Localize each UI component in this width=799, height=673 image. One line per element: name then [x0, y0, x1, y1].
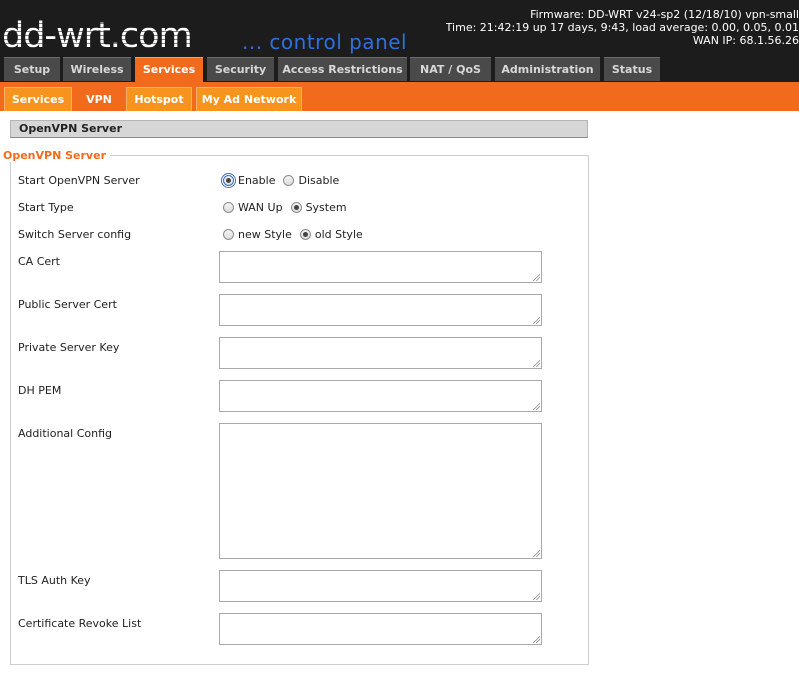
dh-pem-textarea[interactable]	[219, 380, 542, 412]
old-style-radio[interactable]	[299, 228, 311, 240]
tab-setup[interactable]: Setup	[4, 57, 60, 81]
system-info: Firmware: DD-WRT v24-sp2 (12/18/10) vpn-…	[446, 8, 799, 47]
system-radio[interactable]	[290, 201, 302, 213]
private-key-label: Private Server Key	[18, 341, 120, 354]
switch-config-radios: new Style old Style	[223, 227, 371, 243]
subtab-my-ad-network[interactable]: My Ad Network	[196, 87, 302, 111]
header-bar: dd-wrt.com ... control panel Firmware: D…	[0, 0, 799, 82]
crl-label: Certificate Revoke List	[18, 617, 142, 630]
fieldset-legend: OpenVPN Server	[0, 150, 110, 162]
system-label[interactable]: System	[306, 201, 347, 214]
new-style-radio[interactable]	[223, 228, 234, 240]
tls-auth-key-label: TLS Auth Key	[18, 574, 91, 587]
enable-radio[interactable]	[221, 172, 236, 188]
start-server-label: Start OpenVPN Server	[18, 174, 140, 187]
tab-administration[interactable]: Administration	[495, 57, 600, 81]
new-style-label[interactable]: new Style	[238, 228, 292, 241]
subtab-hotspot[interactable]: Hotspot	[126, 87, 192, 111]
ca-cert-label: CA Cert	[18, 255, 60, 268]
dh-pem-label: DH PEM	[18, 384, 62, 397]
tab-services[interactable]: Services	[135, 57, 203, 82]
subtab-services[interactable]: Services	[4, 87, 72, 111]
tls-auth-key-textarea[interactable]	[219, 570, 542, 602]
resize-grip-icon[interactable]	[532, 316, 540, 324]
wan-up-label[interactable]: WAN Up	[238, 201, 283, 214]
disable-radio[interactable]	[283, 174, 295, 186]
section-title: OpenVPN Server	[10, 120, 588, 138]
subtab-vpn[interactable]: VPN	[76, 87, 122, 111]
old-style-label[interactable]: old Style	[315, 228, 363, 241]
ca-cert-textarea[interactable]	[219, 251, 542, 283]
start-type-label: Start Type	[18, 201, 74, 214]
additional-config-label: Additional Config	[18, 427, 113, 440]
tab-security[interactable]: Security	[207, 57, 274, 81]
tab-access-restrictions[interactable]: Access Restrictions	[278, 57, 407, 81]
control-panel-tagline: ... control panel	[242, 30, 408, 54]
resize-grip-icon[interactable]	[532, 273, 540, 281]
wan-ip-info: WAN IP: 68.1.56.26	[692, 34, 799, 47]
crl-textarea[interactable]	[219, 613, 542, 645]
public-cert-textarea[interactable]	[219, 294, 542, 326]
additional-config-textarea[interactable]	[219, 423, 542, 559]
resize-grip-icon[interactable]	[532, 549, 540, 557]
wan-up-radio[interactable]	[223, 201, 234, 213]
sub-navigation: Services VPN Hotspot My Ad Network	[0, 82, 799, 111]
public-cert-label: Public Server Cert	[18, 298, 117, 311]
private-key-textarea[interactable]	[219, 337, 542, 369]
tab-wireless[interactable]: Wireless	[63, 57, 131, 81]
switch-config-label: Switch Server config	[18, 228, 132, 241]
resize-grip-icon[interactable]	[532, 359, 540, 367]
firmware-info: Firmware: DD-WRT v24-sp2 (12/18/10) vpn-…	[530, 8, 799, 21]
tab-nat-qos[interactable]: NAT / QoS	[410, 57, 491, 81]
disable-label[interactable]: Disable	[298, 174, 339, 187]
ddwrt-logo: dd-wrt.com	[2, 16, 193, 56]
enable-label[interactable]: Enable	[238, 174, 275, 187]
resize-grip-icon[interactable]	[532, 592, 540, 600]
main-tabs: Setup Wireless Services Security Access …	[0, 57, 799, 82]
resize-grip-icon[interactable]	[532, 402, 540, 410]
resize-grip-icon[interactable]	[532, 635, 540, 643]
uptime-info: Time: 21:42:19 up 17 days, 9:43, load av…	[445, 21, 799, 34]
start-type-radios: WAN Up System	[223, 200, 355, 216]
start-server-radios: Enable Disable	[221, 172, 347, 189]
tab-status[interactable]: Status	[604, 57, 660, 81]
